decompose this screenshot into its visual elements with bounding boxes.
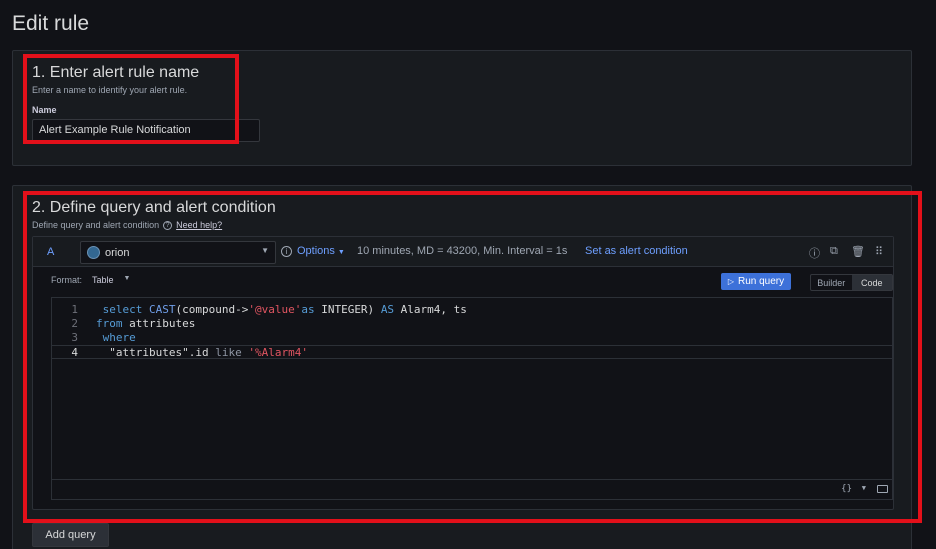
info-icon: i bbox=[281, 246, 292, 257]
format-value: Table bbox=[92, 275, 114, 285]
sql-code-editor[interactable]: {} ▼ 1 select CAST(compound->'@value'as … bbox=[51, 297, 893, 500]
add-query-button[interactable]: Add query bbox=[32, 523, 109, 547]
format-code-icon[interactable]: {} bbox=[841, 484, 852, 494]
query-ref-id[interactable]: A bbox=[47, 246, 54, 258]
code-line[interactable]: 4 "attributes".id like '%Alarm4' bbox=[52, 345, 892, 359]
section-define-query: 2. Define query and alert condition Defi… bbox=[12, 185, 912, 549]
format-label: Format: bbox=[51, 275, 83, 285]
code-line[interactable]: 3 where bbox=[52, 331, 892, 345]
chevron-down-icon: ▼ bbox=[123, 275, 131, 282]
code-text: "attributes".id like '%Alarm4' bbox=[96, 346, 308, 359]
need-help-link[interactable]: Need help? bbox=[176, 220, 222, 230]
code-text: where bbox=[96, 331, 136, 344]
line-number: 1 bbox=[71, 303, 78, 316]
keyboard-icon[interactable] bbox=[877, 485, 888, 493]
name-label: Name bbox=[32, 105, 57, 115]
section1-subtitle: Enter a name to identify your alert rule… bbox=[32, 85, 188, 95]
format-selector[interactable]: Format: Table ▼ bbox=[51, 275, 130, 285]
set-alert-condition-button[interactable]: Set as alert condition bbox=[585, 245, 688, 257]
section2-title: 2. Define query and alert condition bbox=[32, 199, 276, 216]
section-alert-rule-name: 1. Enter alert rule name Enter a name to… bbox=[12, 50, 912, 166]
chevron-down-icon: ▼ bbox=[261, 246, 269, 255]
line-number: 4 bbox=[71, 346, 78, 359]
question-circle-icon: ? bbox=[163, 220, 173, 230]
datasource-name: orion bbox=[105, 246, 130, 259]
query-header: A orion ▼ i Options ▼ 10 minutes, MD = 43… bbox=[33, 237, 893, 267]
editor-mode-toggle: Builder Code bbox=[810, 274, 893, 291]
code-line[interactable]: 1 select CAST(compound->'@value'as INTEG… bbox=[52, 303, 892, 317]
line-number: 3 bbox=[71, 331, 78, 344]
code-text: select CAST(compound->'@value'as INTEGER… bbox=[96, 303, 467, 316]
code-text: from attributes bbox=[96, 317, 196, 330]
query-editor-panel: A orion ▼ i Options ▼ 10 minutes, MD = 43… bbox=[32, 236, 894, 510]
section2-subtitle: Define query and alert condition bbox=[32, 220, 160, 230]
line-number: 2 bbox=[71, 317, 78, 330]
postgres-icon bbox=[87, 246, 100, 259]
drag-handle-icon[interactable]: ⠿ bbox=[875, 245, 883, 258]
play-icon: ▷ bbox=[727, 277, 734, 286]
options-toggle[interactable]: Options ▼ bbox=[297, 245, 345, 257]
datasource-picker[interactable]: orion ▼ bbox=[80, 241, 276, 264]
trash-icon[interactable]: 🗑 bbox=[851, 245, 865, 258]
builder-mode-button[interactable]: Builder bbox=[811, 275, 852, 290]
rule-name-input[interactable]: Alert Example Rule Notification bbox=[32, 119, 260, 142]
code-line[interactable]: 2 from attributes bbox=[52, 317, 892, 331]
section1-title: 1. Enter alert rule name bbox=[32, 64, 200, 81]
query-options-info: 10 minutes, MD = 43200, Min. Interval = … bbox=[357, 245, 568, 257]
code-mode-button[interactable]: Code bbox=[851, 275, 892, 290]
page-title: Edit rule bbox=[12, 12, 90, 35]
editor-footer: {} ▼ bbox=[52, 479, 892, 499]
run-query-button[interactable]: ▷ Run query bbox=[721, 273, 791, 290]
chevron-down-icon: ▼ bbox=[337, 249, 345, 256]
help-icon[interactable]: ⓘ bbox=[809, 245, 820, 261]
duplicate-icon[interactable]: ⧉ bbox=[830, 245, 838, 258]
chevron-down-icon[interactable]: ▼ bbox=[862, 484, 866, 492]
